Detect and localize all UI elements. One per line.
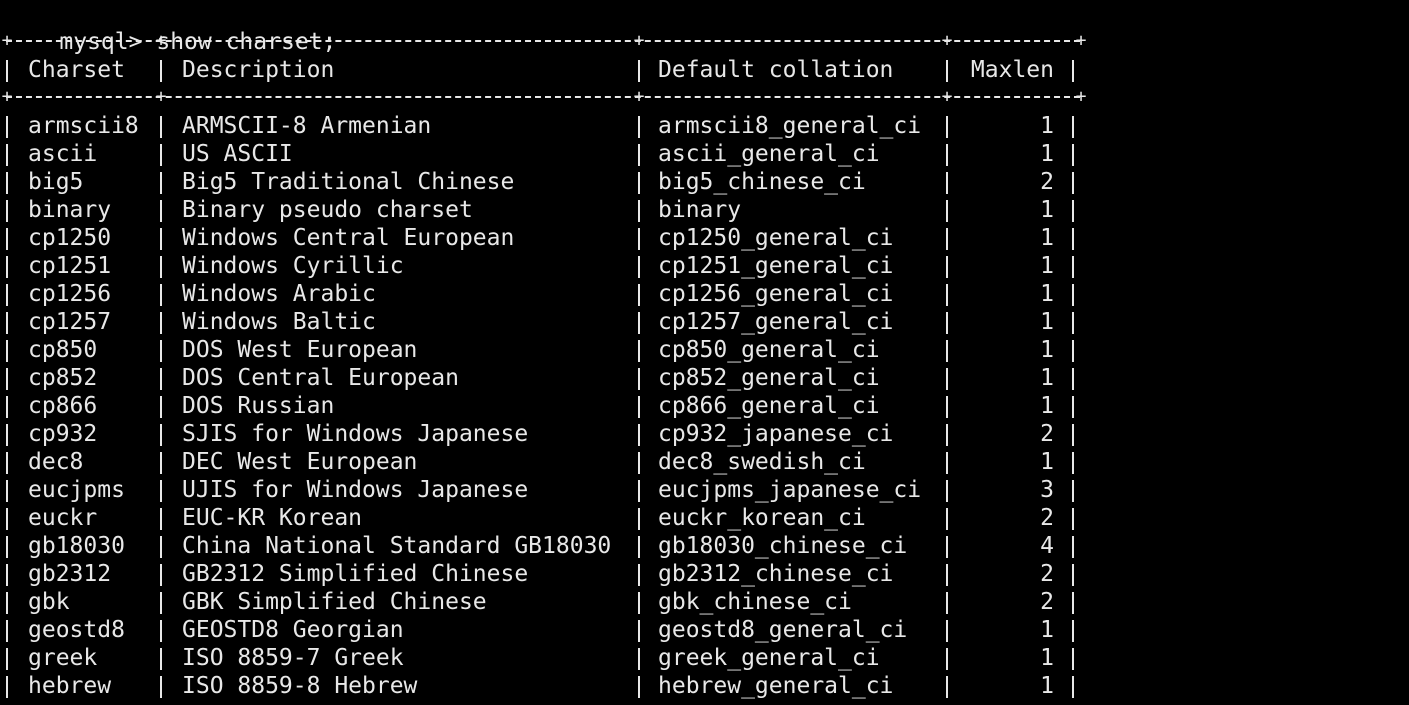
cell-charset: big5: [28, 169, 84, 195]
cell-description: Binary pseudo charset: [182, 197, 473, 223]
cell-charset: euckr: [28, 505, 98, 531]
cell-default-collation: cp932_japanese_ci: [658, 421, 894, 447]
cell-description: Windows Baltic: [182, 309, 376, 335]
header-description: Description: [182, 57, 335, 83]
table-header-border: + + + + +: [1, 86, 1087, 107]
cell-default-collation: gbk_chinese_ci: [658, 589, 852, 615]
cell-description: Windows Cyrillic: [182, 253, 404, 279]
cell-charset: cp1256: [28, 281, 112, 307]
cell-charset: cp1251: [28, 253, 112, 279]
cell-description: Windows Arabic: [182, 281, 376, 307]
header-charset: Charset: [28, 57, 125, 83]
cell-charset: eucjpms: [28, 477, 125, 503]
cell-default-collation: binary: [658, 197, 742, 223]
cell-default-collation: cp866_general_ci: [658, 393, 880, 419]
cell-default-collation: hebrew_general_ci: [658, 673, 894, 699]
cell-description: SJIS for Windows Japanese: [182, 421, 529, 447]
cell-maxlen: 1: [1040, 309, 1054, 335]
cell-charset: cp852: [28, 365, 98, 391]
cell-default-collation: greek_general_ci: [658, 645, 880, 671]
table-top-border: + + + + +: [1, 30, 1087, 51]
cell-maxlen: 1: [1040, 225, 1054, 251]
cell-default-collation: cp1257_general_ci: [658, 309, 894, 335]
cell-maxlen: 1: [1040, 113, 1054, 139]
cell-charset: greek: [28, 645, 98, 671]
cell-description: Windows Central European: [182, 225, 515, 251]
cell-description: GBK Simplified Chinese: [182, 589, 487, 615]
cell-description: UJIS for Windows Japanese: [182, 477, 529, 503]
cell-description: GB2312 Simplified Chinese: [182, 561, 529, 587]
cell-description: China National Standard GB18030: [182, 533, 612, 559]
cell-maxlen: 2: [1040, 169, 1054, 195]
cell-charset: cp866: [28, 393, 98, 419]
cell-maxlen: 1: [1040, 141, 1054, 167]
cell-charset: cp932: [28, 421, 98, 447]
terminal-window[interactable]: mysql> show charset; + + + + + Charset D…: [0, 0, 1409, 705]
cell-default-collation: euckr_korean_ci: [658, 505, 866, 531]
cell-default-collation: gb2312_chinese_ci: [658, 561, 894, 587]
cell-default-collation: cp850_general_ci: [658, 337, 880, 363]
table-header-row: Charset Description Default collation Ma…: [0, 56, 1074, 84]
cell-charset: cp1257: [28, 309, 112, 335]
cell-maxlen: 1: [1040, 449, 1054, 475]
cell-default-collation: dec8_swedish_ci: [658, 449, 866, 475]
cell-description: DOS Russian: [182, 393, 335, 419]
cell-default-collation: cp1250_general_ci: [658, 225, 894, 251]
cell-description: DOS West European: [182, 337, 418, 363]
cell-default-collation: cp1251_general_ci: [658, 253, 894, 279]
cell-maxlen: 2: [1040, 505, 1054, 531]
cell-default-collation: eucjpms_japanese_ci: [658, 477, 922, 503]
cell-description: DEC West European: [182, 449, 418, 475]
cell-charset: cp850: [28, 337, 98, 363]
cell-description: ISO 8859-7 Greek: [182, 645, 404, 671]
command-line: mysql> show charset;: [4, 0, 336, 55]
cell-default-collation: ascii_general_ci: [658, 141, 880, 167]
cell-description: ARMSCII-8 Armenian: [182, 113, 432, 139]
cell-default-collation: cp852_general_ci: [658, 365, 880, 391]
cell-maxlen: 1: [1040, 197, 1054, 223]
cell-maxlen: 2: [1040, 589, 1054, 615]
cell-charset: gb18030: [28, 533, 125, 559]
cell-description: US ASCII: [182, 141, 293, 167]
cell-maxlen: 1: [1040, 393, 1054, 419]
cell-maxlen: 1: [1040, 645, 1054, 671]
cell-description: EUC-KR Korean: [182, 505, 363, 531]
cell-default-collation: armscii8_general_ci: [658, 113, 922, 139]
cell-charset: gb2312: [28, 561, 112, 587]
header-maxlen: Maxlen: [970, 57, 1054, 83]
cell-charset: ascii: [28, 141, 98, 167]
cell-default-collation: geostd8_general_ci: [658, 617, 908, 643]
cell-default-collation: gb18030_chinese_ci: [658, 533, 908, 559]
cell-charset: dec8: [28, 449, 84, 475]
cell-maxlen: 4: [1040, 533, 1054, 559]
cell-default-collation: cp1256_general_ci: [658, 281, 894, 307]
cell-maxlen: 1: [1040, 281, 1054, 307]
cell-maxlen: 1: [1040, 673, 1054, 699]
cell-description: GEOSTD8 Georgian: [182, 617, 404, 643]
cell-charset: hebrew: [28, 673, 112, 699]
cell-maxlen: 2: [1040, 561, 1054, 587]
cell-charset: cp1250: [28, 225, 112, 251]
cell-maxlen: 1: [1040, 337, 1054, 363]
cell-maxlen: 3: [1040, 477, 1054, 503]
cell-description: DOS Central European: [182, 365, 459, 391]
cell-charset: gbk: [28, 589, 70, 615]
header-default-collation: Default collation: [658, 57, 894, 83]
cell-description: Big5 Traditional Chinese: [182, 169, 515, 195]
cell-default-collation: big5_chinese_ci: [658, 169, 866, 195]
cell-maxlen: 1: [1040, 365, 1054, 391]
cell-charset: armscii8: [28, 113, 139, 139]
cell-description: ISO 8859-8 Hebrew: [182, 673, 418, 699]
cell-maxlen: 1: [1040, 617, 1054, 643]
cell-charset: geostd8: [28, 617, 125, 643]
cell-maxlen: 1: [1040, 253, 1054, 279]
cell-charset: binary: [28, 197, 112, 223]
cell-maxlen: 2: [1040, 421, 1054, 447]
